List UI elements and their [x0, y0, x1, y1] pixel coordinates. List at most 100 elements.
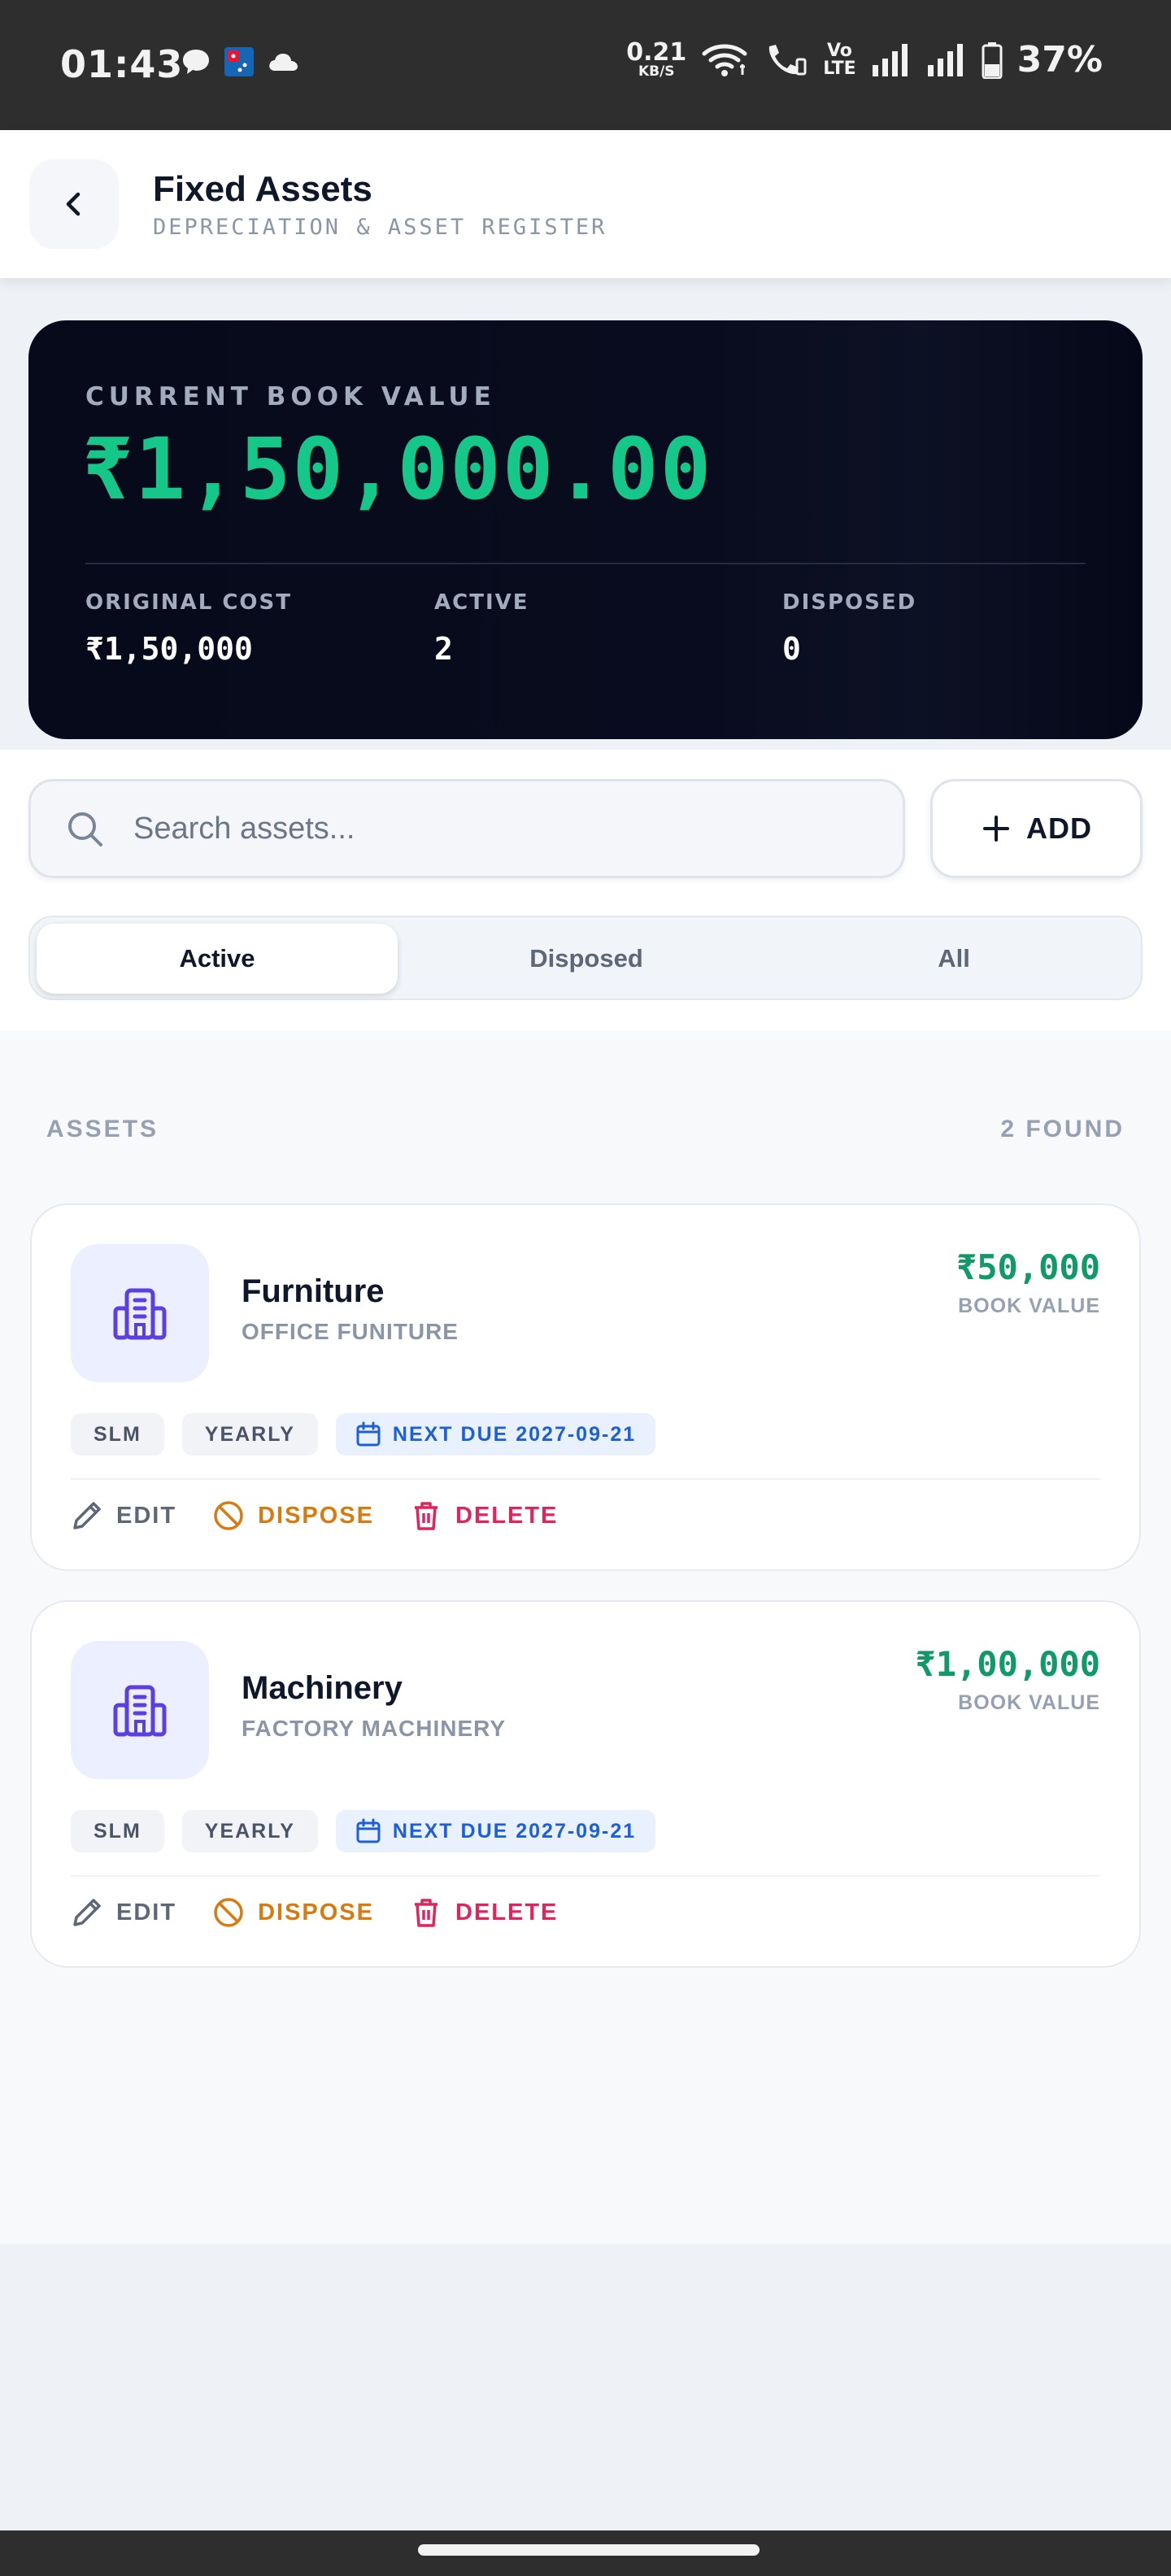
book-value-label: CURRENT BOOK VALUE — [85, 382, 496, 411]
search-icon — [68, 812, 102, 846]
method-chip: SLM — [71, 1413, 164, 1456]
card-divider — [71, 1875, 1100, 1877]
active-count-label: ACTIVE — [434, 590, 529, 615]
speed-unit: KB/S — [638, 63, 675, 80]
active-count-stat: ACTIVE 2 — [434, 590, 529, 667]
asset-card[interactable]: Machinery FACTORY MACHINERY ₹1,00,000 BO… — [30, 1600, 1141, 1968]
trash-icon — [415, 1899, 437, 1927]
cloud-icon — [269, 54, 298, 71]
app-header: Fixed Assets DEPRECIATION & ASSET REGIST… — [0, 130, 1171, 278]
edit-label: EDIT — [116, 1899, 177, 1925]
dispose-button[interactable]: DISPOSE — [212, 1499, 374, 1532]
book-value-summary-card: CURRENT BOOK VALUE ₹1,50,000.00 ORIGINAL… — [28, 320, 1143, 739]
ban-icon — [214, 1898, 243, 1927]
next-due-chip: NEXT DUE 2027-09-21 — [335, 1413, 656, 1456]
asset-book-value: ₹50,000 — [956, 1247, 1100, 1287]
book-value-amount: ₹1,50,000.00 — [82, 420, 713, 519]
pencil-icon — [73, 1899, 101, 1926]
chat-bubble-icon — [183, 50, 209, 74]
frequency-chip: YEARLY — [181, 1413, 318, 1456]
edit-label: EDIT — [116, 1502, 177, 1529]
asset-list-area: ASSETS 2 FOUND Furniture OFFICE FUNITURE… — [0, 1031, 1171, 2244]
asset-category: FACTORY MACHINERY — [242, 1716, 507, 1741]
asset-name: Machinery — [242, 1670, 403, 1706]
trash-icon — [415, 1502, 437, 1530]
volte-bottom: LTE — [823, 58, 856, 79]
volte-top: Vo — [826, 40, 852, 61]
building-icon — [113, 1685, 167, 1737]
search-input[interactable] — [133, 801, 865, 856]
signal-strength-icon-1 — [872, 43, 908, 76]
wifi-calling-icon — [769, 44, 807, 75]
dominos-icon — [224, 47, 254, 76]
asset-card[interactable]: Furniture OFFICE FUNITURE ₹50,000 BOOK V… — [30, 1203, 1141, 1571]
asset-thumbnail — [71, 1641, 209, 1779]
chevron-left-icon — [66, 192, 81, 216]
asset-book-value: ₹1,00,000 — [915, 1644, 1100, 1684]
status-bar: 01:43 0.21 KB/S Vo LTE 37% — [0, 0, 1171, 130]
building-icon — [113, 1288, 167, 1340]
page-subtitle: DEPRECIATION & ASSET REGISTER — [153, 215, 607, 240]
active-count-value: 2 — [434, 631, 453, 667]
plus-icon — [983, 816, 1009, 842]
system-navigation-bar — [0, 2530, 1171, 2576]
asset-actions: EDIT DISPOSE DELETE — [71, 1499, 558, 1532]
edit-button[interactable]: EDIT — [71, 1499, 176, 1532]
ban-icon — [214, 1501, 243, 1530]
delete-button[interactable]: DELETE — [410, 1499, 558, 1532]
delete-label: DELETE — [455, 1502, 559, 1529]
add-asset-button[interactable]: ADD — [930, 779, 1143, 878]
home-gesture-handle[interactable] — [418, 2544, 760, 2556]
delete-label: DELETE — [455, 1899, 559, 1925]
battery-icon — [982, 41, 1003, 79]
disposed-count-label: DISPOSED — [782, 590, 917, 615]
speed-value: 0.21 — [626, 38, 687, 67]
dispose-label: DISPOSE — [258, 1899, 374, 1925]
network-speed: 0.21 KB/S — [626, 41, 686, 79]
calendar-icon — [356, 1818, 381, 1843]
card-divider — [71, 1478, 1100, 1480]
tab-all[interactable]: All — [773, 924, 1134, 994]
pencil-icon — [73, 1502, 101, 1530]
original-cost-stat: ORIGINAL COST ₹1,50,000 — [85, 590, 292, 667]
next-due-label: NEXT DUE 2027-09-21 — [392, 1819, 637, 1843]
method-chip: SLM — [71, 1810, 164, 1852]
back-button[interactable] — [29, 159, 119, 249]
asset-book-value-label: BOOK VALUE — [958, 1691, 1100, 1714]
status-right: 0.21 KB/S Vo LTE 37% — [626, 39, 1103, 80]
disposed-count-value: 0 — [782, 631, 801, 667]
tab-disposed[interactable]: Disposed — [406, 924, 767, 994]
status-time: 01:43 — [60, 42, 184, 86]
original-cost-label: ORIGINAL COST — [85, 590, 292, 615]
disposed-count-stat: DISPOSED 0 — [782, 590, 916, 667]
dispose-button[interactable]: DISPOSE — [212, 1896, 374, 1929]
tab-active[interactable]: Active — [37, 924, 398, 994]
edit-button[interactable]: EDIT — [71, 1896, 176, 1929]
next-due-label: NEXT DUE 2027-09-21 — [392, 1422, 637, 1446]
frequency-chip: YEARLY — [181, 1810, 318, 1852]
empty-bottom-area — [0, 2244, 1171, 2530]
asset-book-value-label: BOOK VALUE — [958, 1295, 1100, 1317]
battery-percent: 37% — [1016, 39, 1103, 80]
controls-panel: ADD Active Disposed All — [0, 750, 1171, 1031]
page-title: Fixed Assets — [153, 169, 372, 209]
volte-indicator: Vo LTE — [823, 40, 856, 79]
asset-status-tabs: Active Disposed All — [28, 916, 1143, 1000]
list-heading: ASSETS — [46, 1116, 159, 1142]
list-header: ASSETS 2 FOUND — [46, 1116, 1125, 1143]
add-button-label: ADD — [1026, 812, 1092, 845]
notification-icons — [181, 46, 299, 78]
search-box[interactable] — [28, 779, 905, 878]
summary-divider — [85, 563, 1086, 564]
wifi-icon — [702, 44, 747, 76]
list-count: 2 FOUND — [1000, 1116, 1125, 1142]
asset-chips: SLM YEARLY NEXT DUE 2027-09-21 — [71, 1810, 656, 1852]
signal-strength-icon-2 — [927, 43, 963, 76]
delete-button[interactable]: DELETE — [410, 1896, 558, 1929]
calendar-icon — [356, 1421, 381, 1447]
asset-chips: SLM YEARLY NEXT DUE 2027-09-21 — [71, 1413, 656, 1456]
asset-thumbnail — [71, 1244, 209, 1382]
asset-actions: EDIT DISPOSE DELETE — [71, 1896, 558, 1929]
original-cost-value: ₹1,50,000 — [85, 631, 253, 667]
asset-category: OFFICE FUNITURE — [242, 1319, 459, 1344]
